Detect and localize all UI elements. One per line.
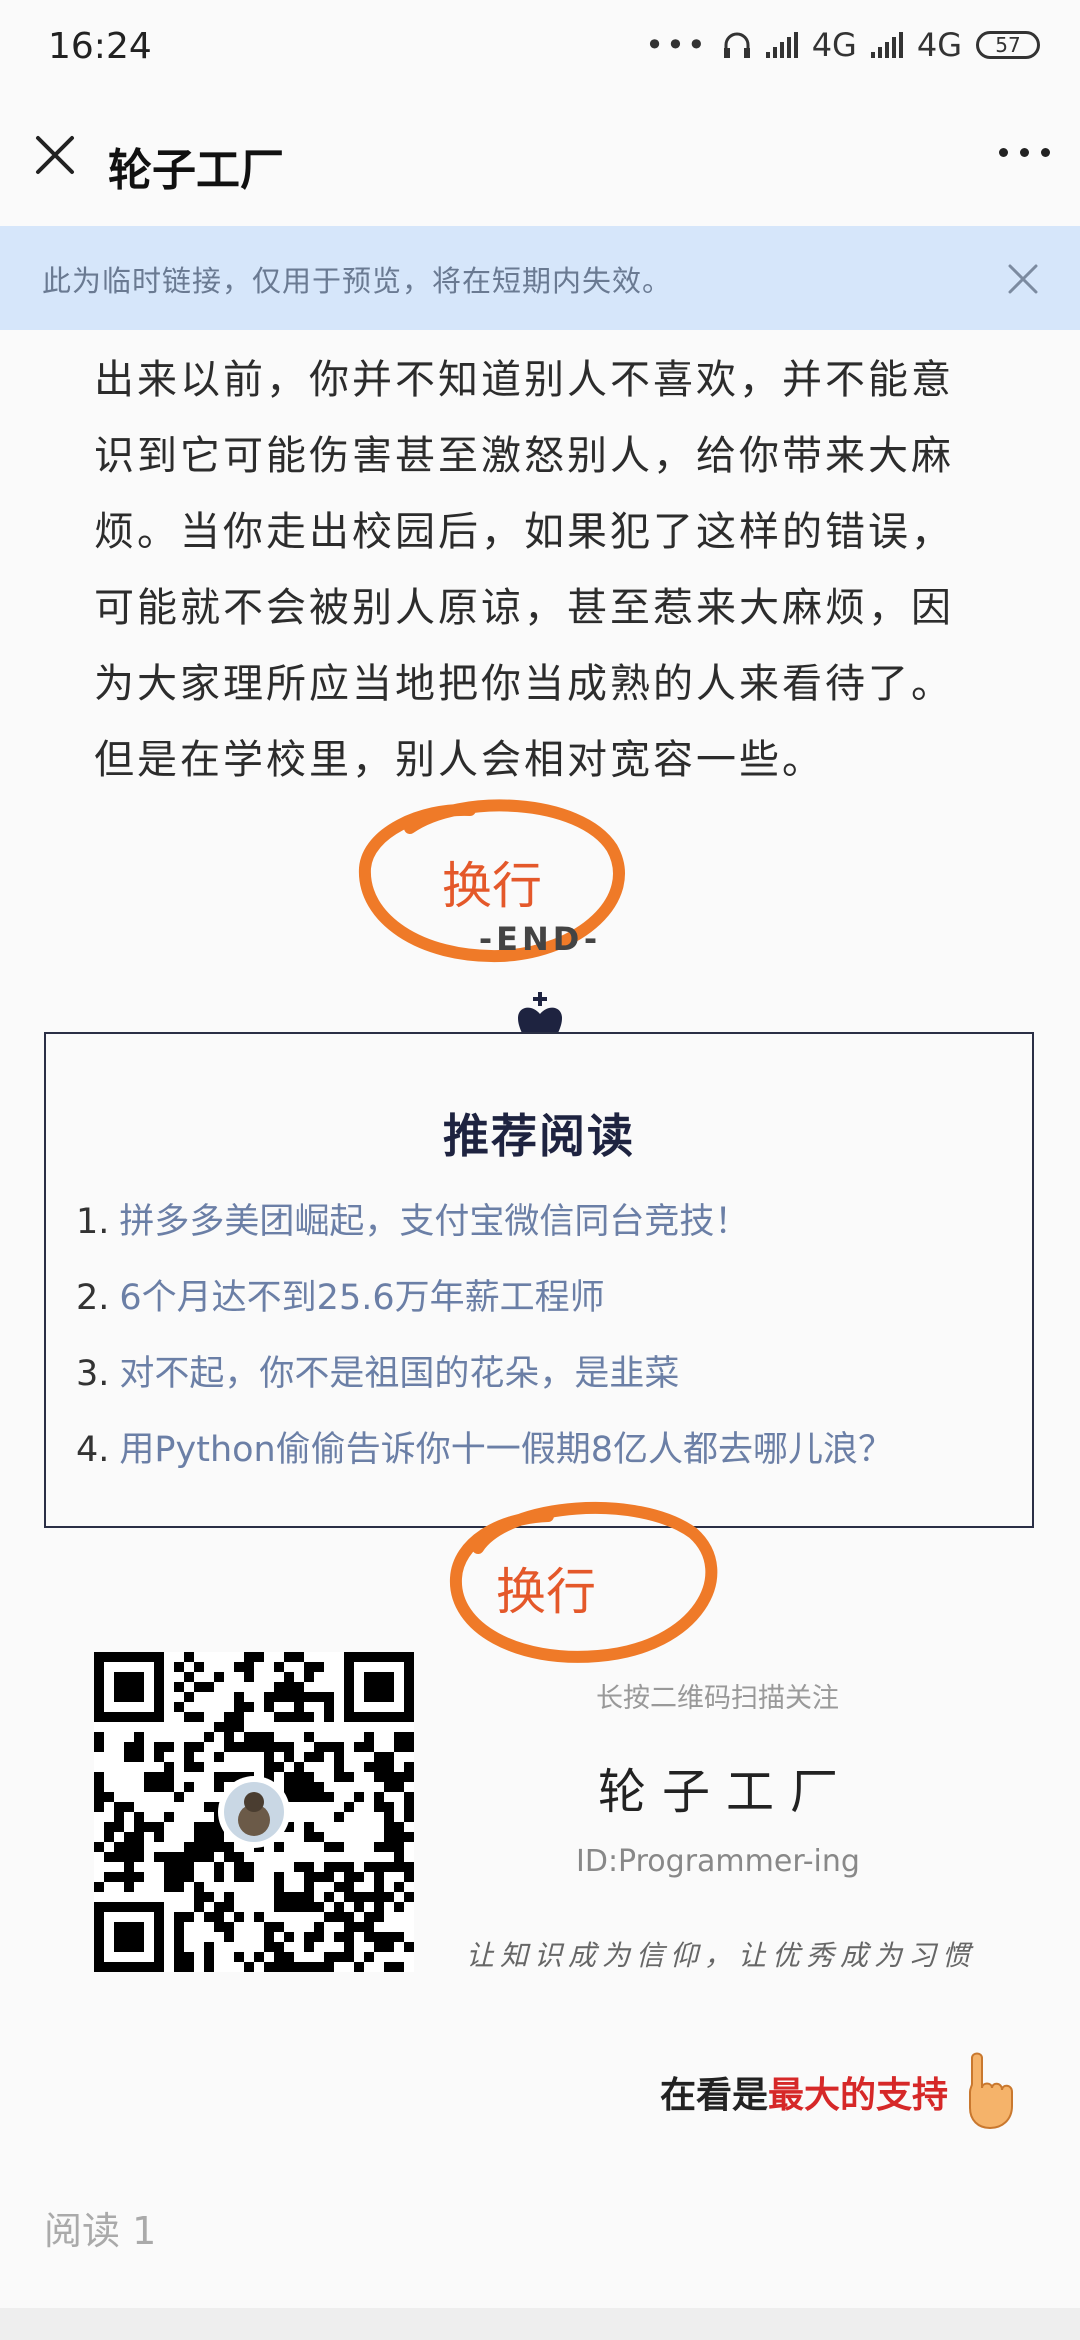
article-line: 识到它可能伤害甚至激怒别人，给你带来大麻	[94, 433, 954, 479]
network-label-2: 4G	[916, 26, 962, 64]
bottom-bar	[0, 2308, 1080, 2340]
recommend-num: 2.	[76, 1278, 110, 1318]
recommend-link[interactable]: 用Python偷偷告诉你十一假期8亿人都去哪儿浪？	[119, 1430, 893, 1470]
battery-icon: 57	[976, 31, 1040, 59]
article-line: 出来以前，你并不知道别人不喜欢，并不能意	[94, 357, 954, 403]
recommend-box: 推荐阅读 1. 拼多多美团崛起，支付宝微信同台竞技！ 2. 6个月达不到25.6万年…	[44, 1032, 1034, 1528]
headphones-icon	[723, 32, 750, 58]
account-name: 轮子工厂	[598, 1764, 855, 1820]
close-icon[interactable]	[30, 130, 80, 180]
qr-code-image[interactable]	[94, 1652, 414, 1972]
recommend-link[interactable]: 拼多多美团崛起，支付宝微信同台竞技！	[119, 1202, 749, 1242]
status-time: 16:24	[48, 26, 152, 67]
nav-bar: 轮子工厂	[0, 100, 1080, 226]
annotation-mark-2: 换行	[496, 1563, 596, 1621]
annotation-mark-1: 换行	[442, 857, 542, 915]
banner-close-icon[interactable]	[1006, 262, 1040, 296]
article-line: 但是在学校里，别人会相对宽容一些。	[94, 737, 825, 783]
end-label: -END-	[478, 920, 602, 958]
banner-text: 此为临时链接，仅用于预览，将在短期内失效。	[42, 264, 673, 298]
qr-caption: 长按二维码扫描关注	[596, 1683, 839, 1714]
recommend-num: 4.	[76, 1430, 110, 1470]
article-line: 为大家理所应当地把你当成熟的人来看待了。	[94, 661, 954, 707]
account-slogan: 让知识成为信仰，让优秀成为习惯	[466, 1939, 977, 1972]
temp-link-banner: 此为临时链接，仅用于预览，将在短期内失效。	[0, 226, 1080, 330]
support-text-part2: 最大的支持	[767, 2075, 948, 2116]
signal-icon	[765, 32, 798, 58]
account-id: ID:Programmer-ing	[576, 1844, 860, 1879]
recommend-num: 1.	[76, 1202, 110, 1242]
support-text-part1: 在看是	[659, 2075, 768, 2116]
recommend-num: 3.	[76, 1354, 110, 1394]
recommend-link[interactable]: 对不起，你不是祖国的花朵，是韭菜	[119, 1354, 679, 1394]
pointing-hand-icon	[969, 2052, 1013, 2130]
recommend-link[interactable]: 6个月达不到25.6万年薪工程师	[119, 1278, 604, 1318]
network-label-1: 4G	[811, 26, 857, 64]
signal-icon-2	[870, 32, 903, 58]
article-line: 可能就不会被别人原谅，甚至惹来大麻烦，因	[94, 585, 954, 631]
article-line: 烦。当你走出校园后，如果犯了这样的错误，	[94, 509, 954, 555]
recommend-title: 推荐阅读	[443, 1109, 635, 1163]
recommend-list: 1. 拼多多美团崛起，支付宝微信同台竞技！ 2. 6个月达不到25.6万年薪工程师 …	[76, 1184, 893, 1488]
nav-title: 轮子工厂	[108, 145, 284, 196]
article-body: 出来以前，你并不知道别人不喜欢，并不能意 识到它可能伤害甚至激怒别人，给你带来大…	[94, 342, 994, 798]
recommend-item[interactable]: 1. 拼多多美团崛起，支付宝微信同台竞技！	[76, 1184, 893, 1260]
recommend-item[interactable]: 2. 6个月达不到25.6万年薪工程师	[76, 1260, 893, 1336]
status-bar: 16:24 ••• 4G 4G 57	[0, 0, 1080, 100]
support-text: 在看是最大的支持	[660, 2066, 948, 2118]
status-icons: ••• 4G 4G 57	[645, 26, 1040, 64]
read-count: 阅读 1	[44, 2209, 157, 2253]
more-menu-icon[interactable]	[999, 148, 1050, 157]
recommend-item[interactable]: 3. 对不起，你不是祖国的花朵，是韭菜	[76, 1336, 893, 1412]
more-dots-icon: •••	[645, 26, 708, 64]
recommend-item[interactable]: 4. 用Python偷偷告诉你十一假期8亿人都去哪儿浪？	[76, 1412, 893, 1488]
